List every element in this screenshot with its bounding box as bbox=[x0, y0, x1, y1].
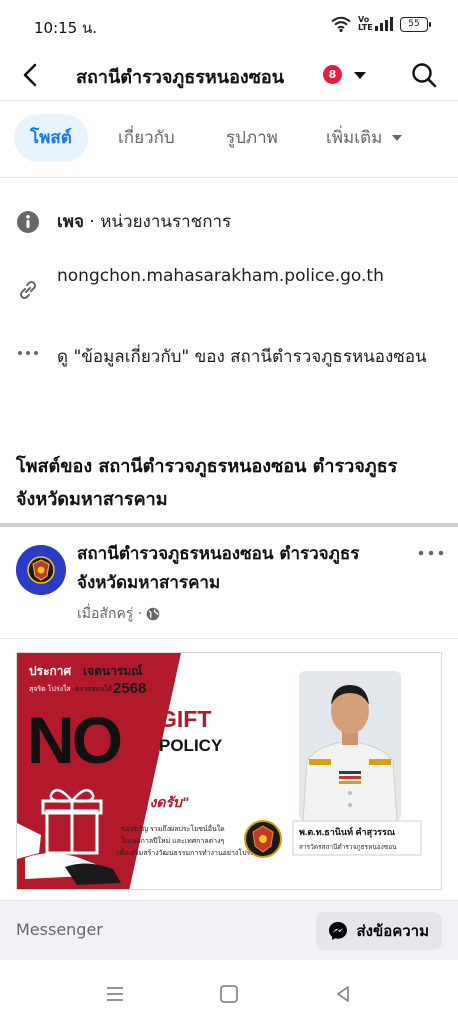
page-header: สถานีตำรวจภูธรหนองซอน 8 bbox=[0, 50, 458, 100]
back-button[interactable] bbox=[14, 60, 46, 90]
chevron-down-icon[interactable] bbox=[353, 69, 367, 81]
page-label: เพจ bbox=[57, 212, 84, 232]
status-time: 10:15 น. bbox=[34, 19, 98, 37]
officer-name: พ.ต.ท.ธานินท์ คำสุวรรณ bbox=[299, 826, 396, 838]
posts-heading: โพสต์ของ สถานีตำรวจภูธรหนองซอน ตำรวจภูธร… bbox=[16, 456, 398, 510]
avatar[interactable] bbox=[16, 545, 66, 595]
post-options-button[interactable] bbox=[414, 540, 448, 566]
post-meta: เมื่อสักครู่ · bbox=[77, 603, 160, 625]
poster-announce: ประกาศ bbox=[29, 664, 72, 678]
globe-icon bbox=[146, 607, 160, 621]
status-bar: 10:15 น. Vo LTE 55 bbox=[0, 0, 458, 50]
battery-icon: 55 bbox=[400, 16, 431, 32]
tab-more[interactable]: เพิ่มเติม bbox=[310, 114, 418, 162]
post-author[interactable]: สถานีตำรวจภูธรหนองซอน ตำรวจภูธรจังหวัดมห… bbox=[77, 540, 407, 598]
info-icon bbox=[17, 211, 39, 233]
category-text: · หน่วยงานราชการ bbox=[83, 212, 232, 232]
wifi-icon bbox=[331, 16, 351, 32]
page-tabs: โพสต์ เกี่ยวกับ รูปภาพ เพิ่มเติม bbox=[14, 114, 444, 162]
status-icons: Vo LTE 55 bbox=[331, 15, 431, 32]
poster-desc3: เพื่อเสริมสร้างวัฒนธรรมการทำงานอย่างโปร่… bbox=[117, 848, 262, 857]
officer-title: สารวัตรสถานีตำรวจภูธรหนองซอน bbox=[299, 843, 397, 851]
see-about-link[interactable]: ดู "ข้อมูลเกี่ยวกับ" ของ สถานีตำรวจภูธรห… bbox=[57, 343, 427, 371]
tab-about[interactable]: เกี่ยวกับ bbox=[102, 114, 191, 162]
divider bbox=[0, 177, 458, 178]
caret-down-icon bbox=[392, 135, 403, 141]
tab-photos[interactable]: รูปภาพ bbox=[210, 114, 294, 162]
system-nav-bar bbox=[0, 960, 458, 1024]
messenger-label: Messenger bbox=[16, 920, 103, 939]
messenger-bar: Messenger ส่งข้อความ bbox=[0, 900, 458, 960]
volte-icon: Vo LTE bbox=[358, 15, 373, 32]
page-title: สถานีตำรวจภูธรหนองซอน bbox=[76, 67, 285, 88]
poster-year: 2568 bbox=[113, 680, 146, 697]
post-image[interactable]: ประกาศ เจตนารมณ์ สุจริต โปร่งใส ตรวจสอบไ… bbox=[16, 652, 442, 890]
more-dots-icon bbox=[18, 351, 38, 355]
link-icon bbox=[19, 280, 37, 300]
tab-more-label: เพิ่มเติม bbox=[326, 128, 383, 148]
website-link[interactable]: nongchon.mahasarakham.police.go.th bbox=[57, 262, 427, 290]
poster-intent: เจตนารมณ์ bbox=[83, 664, 142, 678]
more-horizontal-icon bbox=[418, 550, 444, 556]
back-arrow-icon bbox=[23, 63, 37, 87]
section-divider bbox=[0, 523, 458, 527]
page-category: เพจ · หน่วยงานราชการ bbox=[57, 208, 427, 236]
officer-photo bbox=[299, 671, 401, 822]
tab-posts[interactable]: โพสต์ bbox=[14, 114, 88, 162]
poster-slogan: "งดให้ งดรับ" bbox=[107, 794, 189, 810]
messenger-icon bbox=[329, 922, 348, 940]
notification-badge[interactable]: 8 bbox=[323, 65, 342, 84]
search-icon[interactable] bbox=[410, 61, 438, 89]
send-message-label: ส่งข้อความ bbox=[356, 922, 429, 940]
poster-desc2: ในเทศกาลปีใหม่ และเทศกาลต่างๆ bbox=[121, 836, 225, 845]
post-time: เมื่อสักครู่ · bbox=[77, 606, 143, 622]
poster-line2a: สุจริต โปร่งใส bbox=[29, 684, 71, 693]
no-gift-policy-poster: ประกาศ เจตนารมณ์ สุจริต โปร่งใส ตรวจสอบไ… bbox=[17, 653, 422, 889]
back-nav-icon[interactable] bbox=[332, 984, 354, 1004]
home-icon[interactable] bbox=[218, 984, 240, 1004]
poster-policy: POLICY bbox=[159, 736, 223, 755]
poster-desc1: ของขวัญ รวมถึงผลประโยชน์อื่นใด bbox=[121, 824, 225, 833]
police-badge-icon bbox=[16, 545, 66, 595]
signal-icon bbox=[375, 17, 393, 31]
poster-gift: GIFT bbox=[159, 706, 211, 732]
divider bbox=[0, 638, 458, 639]
poster-no: NO bbox=[27, 703, 121, 777]
police-emblem-icon bbox=[244, 820, 282, 858]
recent-apps-icon[interactable] bbox=[104, 984, 126, 1004]
send-message-button[interactable]: ส่งข้อความ bbox=[316, 912, 442, 950]
poster-line2b: ตรวจสอบได้ bbox=[75, 684, 112, 693]
divider bbox=[0, 100, 458, 101]
